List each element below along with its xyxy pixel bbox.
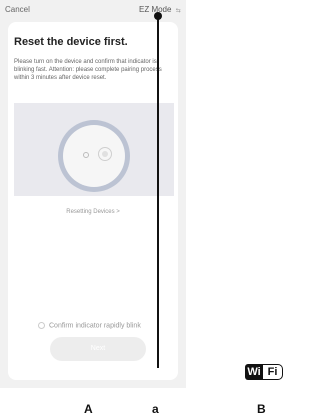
switch-mode-icon: ⇆ (175, 8, 181, 14)
page-title: Reset the device first. (14, 36, 128, 48)
callout-label-B: B (257, 402, 266, 416)
device-body (63, 125, 125, 187)
callout-label-a: a (152, 402, 159, 416)
radio-circle-icon (38, 322, 45, 329)
callout-pointer-line (157, 14, 159, 368)
cancel-button[interactable]: Cancel (5, 5, 30, 14)
next-button[interactable]: Next (50, 337, 146, 361)
confirm-label: Confirm indicator rapidly blink (49, 322, 141, 330)
instructions-text: Please turn on the device and confirm th… (14, 59, 162, 81)
callout-label-A: A (84, 402, 93, 416)
confirm-blink-checkbox[interactable]: Confirm indicator rapidly blink (38, 322, 141, 329)
reset-button-icon (98, 147, 112, 161)
device-outer-ring (58, 120, 130, 192)
indicator-light-icon (83, 152, 89, 158)
wifi-logo-fi: Fi (263, 364, 283, 380)
device-illustration (14, 103, 174, 196)
wifi-logo-icon: Wi Fi (245, 364, 285, 380)
wifi-logo-wi: Wi (245, 364, 263, 380)
